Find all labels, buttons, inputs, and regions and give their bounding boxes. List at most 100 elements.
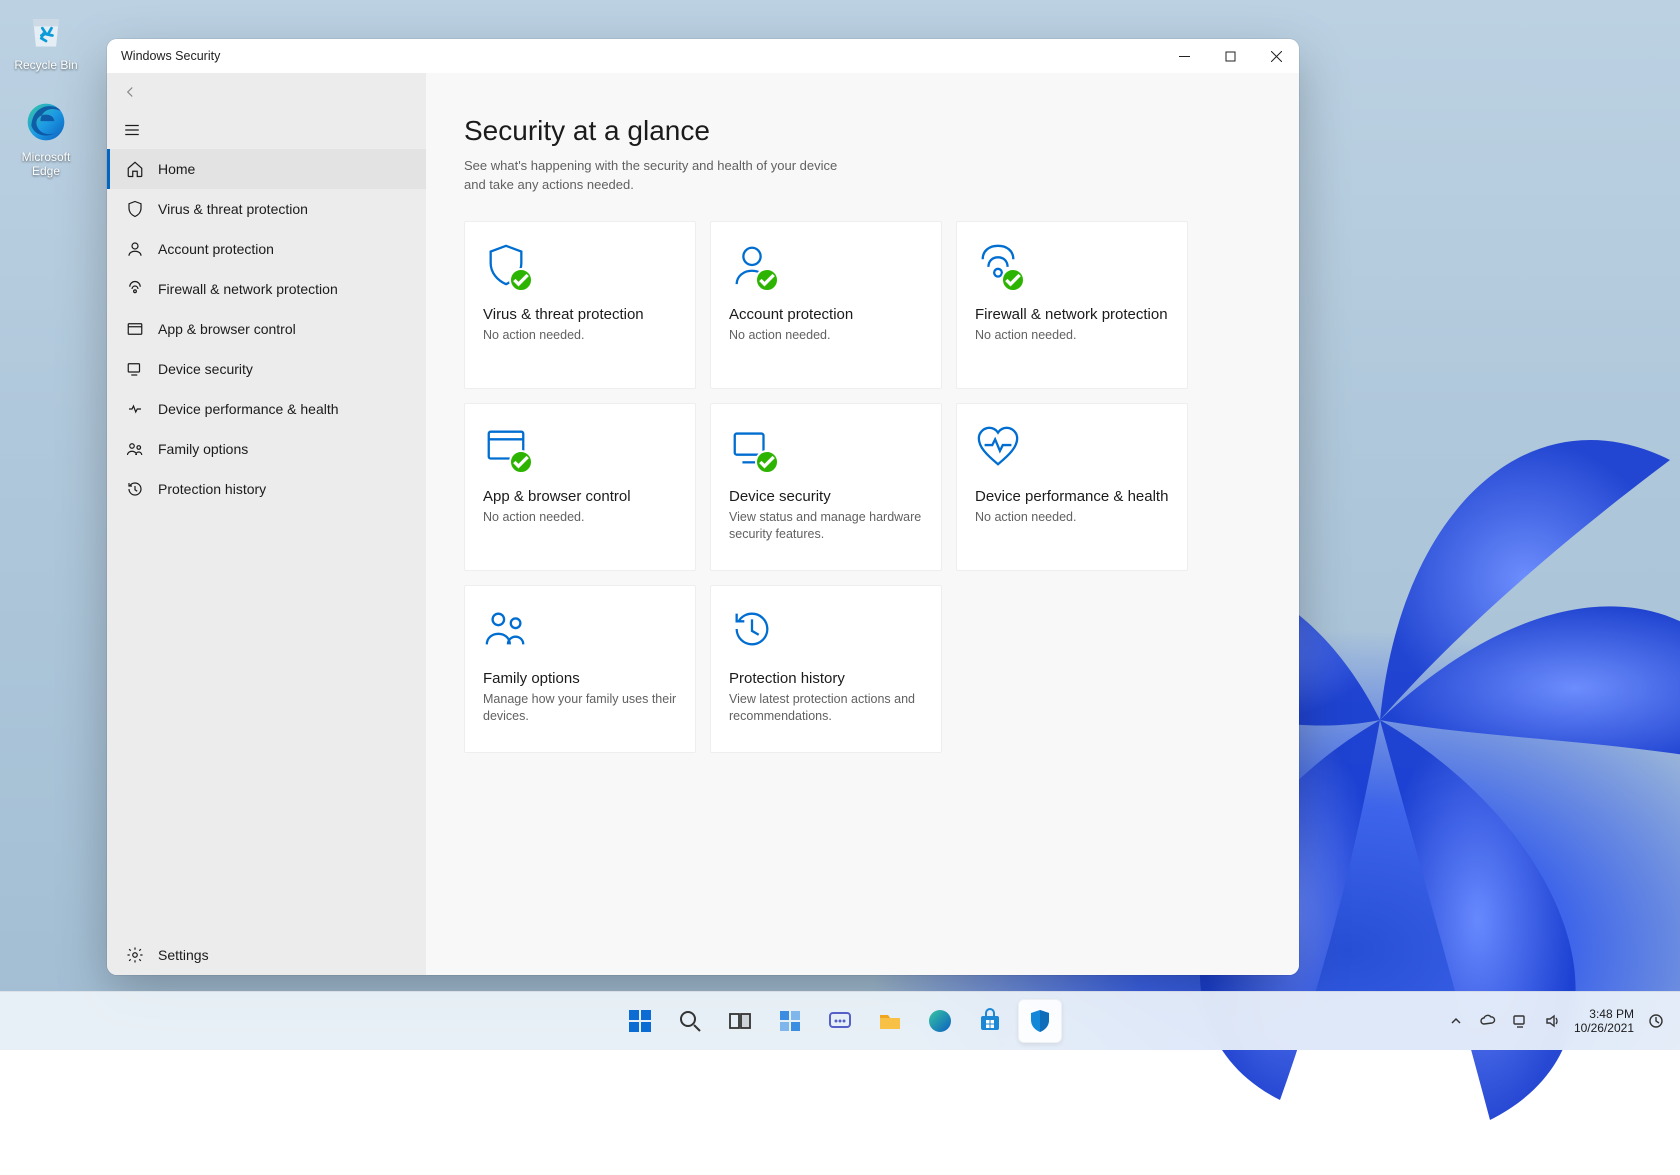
history-icon [729,606,775,652]
card-app-browser[interactable]: App & browser control No action needed. [464,403,696,571]
sidebar-item-device-security[interactable]: Device security [107,349,426,389]
close-button[interactable] [1253,39,1299,73]
sidebar-item-label: Device performance & health [158,401,339,417]
card-sub: View status and manage hardware security… [729,509,923,544]
sidebar-item-virus[interactable]: Virus & threat protection [107,189,426,229]
firewall-icon [126,280,144,298]
card-sub: Manage how your family uses their device… [483,691,677,726]
titlebar[interactable]: Windows Security [107,39,1299,73]
sidebar-item-app-browser[interactable]: App & browser control [107,309,426,349]
card-sub: View latest protection actions and recom… [729,691,923,726]
card-title: Device performance & health [975,488,1169,505]
tray-time: 3:48 PM [1574,1007,1634,1021]
file-explorer-button[interactable] [868,999,912,1043]
family-icon [483,606,529,652]
sidebar-item-settings[interactable]: Settings [107,935,426,975]
tray-date: 10/26/2021 [1574,1021,1634,1035]
person-icon [126,240,144,258]
home-icon [126,160,144,178]
taskbar[interactable]: 3:48 PM 10/26/2021 [0,991,1680,1050]
sidebar-item-label: Family options [158,441,248,457]
firewall-icon [975,242,1021,288]
card-sub: No action needed. [975,327,1169,345]
card-performance[interactable]: Device performance & health No action ne… [956,403,1188,571]
app-browser-icon [126,320,144,338]
tray-volume-icon[interactable] [1542,1011,1562,1031]
sidebar-item-label: Device security [158,361,253,377]
card-sub: No action needed. [975,509,1169,527]
shield-icon [126,200,144,218]
sidebar-item-label: App & browser control [158,321,296,337]
card-title: Protection history [729,670,923,687]
sidebar-item-label: Home [158,161,195,177]
sidebar-item-label: Firewall & network protection [158,281,338,297]
card-history[interactable]: Protection history View latest protectio… [710,585,942,753]
card-title: Account protection [729,306,923,323]
sidebar-item-label: Virus & threat protection [158,201,308,217]
tray-network-icon[interactable] [1510,1011,1530,1031]
minimize-button[interactable] [1161,39,1207,73]
tray-notifications-icon[interactable] [1646,1011,1666,1031]
desktop-icon-label: Microsoft Edge [22,150,71,178]
card-device-security[interactable]: Device security View status and manage h… [710,403,942,571]
family-icon [126,440,144,458]
status-ok-badge [755,450,779,474]
back-button[interactable] [107,73,426,111]
desktop-icon-recycle-bin[interactable]: Recycle Bin [6,6,86,72]
chat-button[interactable] [818,999,862,1043]
card-virus-threat[interactable]: Virus & threat protection No action need… [464,221,696,389]
search-button[interactable] [668,999,712,1043]
desktop[interactable]: Recycle Bin Microsoft Edge Windows Secur… [0,0,1680,1050]
card-sub: No action needed. [483,327,677,345]
widgets-button[interactable] [768,999,812,1043]
sidebar-item-history[interactable]: Protection history [107,469,426,509]
gear-icon [126,946,144,964]
window-windows-security: Windows Security Home Virus & threat pro… [107,39,1299,975]
taskbar-center [618,999,1062,1043]
windows-security-button[interactable] [1018,999,1062,1043]
page-subheading: See what's happening with the security a… [464,157,844,195]
sidebar-item-firewall[interactable]: Firewall & network protection [107,269,426,309]
heart-pulse-icon [975,424,1021,470]
card-title: Firewall & network protection [975,306,1169,323]
history-icon [126,480,144,498]
card-title: Virus & threat protection [483,306,677,323]
taskview-button[interactable] [718,999,762,1043]
desktop-icon-label: Recycle Bin [14,58,77,72]
main-content: Security at a glance See what's happenin… [426,73,1299,975]
card-title: App & browser control [483,488,677,505]
tray-clock[interactable]: 3:48 PM 10/26/2021 [1574,1007,1634,1036]
sidebar: Home Virus & threat protection Account p… [107,73,426,975]
card-account[interactable]: Account protection No action needed. [710,221,942,389]
device-icon [126,360,144,378]
sidebar-item-performance[interactable]: Device performance & health [107,389,426,429]
sidebar-item-label: Settings [158,947,209,963]
sidebar-item-account[interactable]: Account protection [107,229,426,269]
tray-chevron-icon[interactable] [1446,1011,1466,1031]
card-firewall[interactable]: Firewall & network protection No action … [956,221,1188,389]
card-sub: No action needed. [729,327,923,345]
heart-pulse-icon [126,400,144,418]
device-icon [729,424,775,470]
card-title: Device security [729,488,923,505]
sidebar-item-home[interactable]: Home [107,149,426,189]
page-title: Security at a glance [464,115,1299,147]
card-family[interactable]: Family options Manage how your family us… [464,585,696,753]
app-browser-icon [483,424,529,470]
sidebar-item-family[interactable]: Family options [107,429,426,469]
system-tray[interactable]: 3:48 PM 10/26/2021 [1446,1007,1680,1036]
edge-button[interactable] [918,999,962,1043]
window-title: Windows Security [121,49,220,63]
desktop-icon-edge[interactable]: Microsoft Edge [6,98,86,178]
store-button[interactable] [968,999,1012,1043]
status-ok-badge [1001,268,1025,292]
card-sub: No action needed. [483,509,677,527]
card-title: Family options [483,670,677,687]
maximize-button[interactable] [1207,39,1253,73]
shield-icon [483,242,529,288]
tray-onedrive-icon[interactable] [1478,1011,1498,1031]
start-button[interactable] [618,999,662,1043]
sidebar-item-label: Account protection [158,241,274,257]
hamburger-button[interactable] [107,111,426,149]
person-icon [729,242,775,288]
